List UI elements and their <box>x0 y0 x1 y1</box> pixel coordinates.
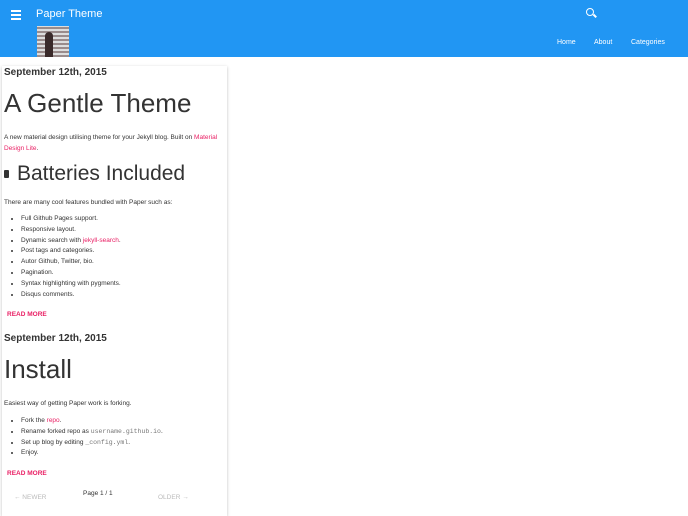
post-intro: A new material design utilising theme fo… <box>4 134 218 152</box>
read-more-button[interactable]: READ MORE <box>7 470 47 477</box>
list-item: Disqus comments. <box>21 290 121 301</box>
site-title[interactable]: Paper Theme <box>36 8 102 20</box>
avatar <box>37 26 69 57</box>
list-item: Enjoy. <box>21 448 163 459</box>
page-indicator: Page 1 / 1 <box>83 490 113 497</box>
list-item: Autor Github, Twitter, bio. <box>21 257 121 268</box>
battery-icon <box>4 170 9 179</box>
nav-categories[interactable]: Categories <box>631 39 665 46</box>
read-more-button[interactable]: READ MORE <box>7 311 47 318</box>
section-heading: Batteries Included <box>4 162 185 186</box>
search-icon[interactable] <box>586 8 594 16</box>
features-intro: There are many cool features bundled wit… <box>4 199 173 206</box>
list-item: Post tags and categories. <box>21 246 121 257</box>
list-item: Syntax highlighting with pygments. <box>21 279 121 290</box>
list-item: Set up blog by editing _config.yml. <box>21 438 163 449</box>
list-item: Rename forked repo as username.github.io… <box>21 427 163 438</box>
nav-home[interactable]: Home <box>557 39 576 46</box>
older-button[interactable]: OLDER → <box>158 494 189 501</box>
jekyll-search-link[interactable]: jekyll-search <box>83 237 119 244</box>
list-item: Responsive layout. <box>21 225 121 236</box>
post-intro: Easiest way of getting Paper work is for… <box>4 400 132 407</box>
post-title[interactable]: A Gentle Theme <box>4 88 191 119</box>
repo-link[interactable]: repo <box>47 417 60 424</box>
feature-list: Full Github Pages support. Responsive la… <box>21 214 121 300</box>
install-list: Fork the repo. Rename forked repo as use… <box>21 416 163 459</box>
post-date: September 12th, 2015 <box>4 333 107 344</box>
newer-button[interactable]: ← NEWER <box>14 494 47 501</box>
list-item: Dynamic search with jekyll-search. <box>21 236 121 247</box>
nav-about[interactable]: About <box>594 39 612 46</box>
post-title[interactable]: Install <box>4 354 72 385</box>
list-item: Pagination. <box>21 268 121 279</box>
post-date: September 12th, 2015 <box>4 67 107 78</box>
menu-icon[interactable] <box>11 10 21 22</box>
list-item: Full Github Pages support. <box>21 214 121 225</box>
app-bar: Paper Theme Home About Categories <box>0 0 688 57</box>
list-item: Fork the repo. <box>21 416 163 427</box>
